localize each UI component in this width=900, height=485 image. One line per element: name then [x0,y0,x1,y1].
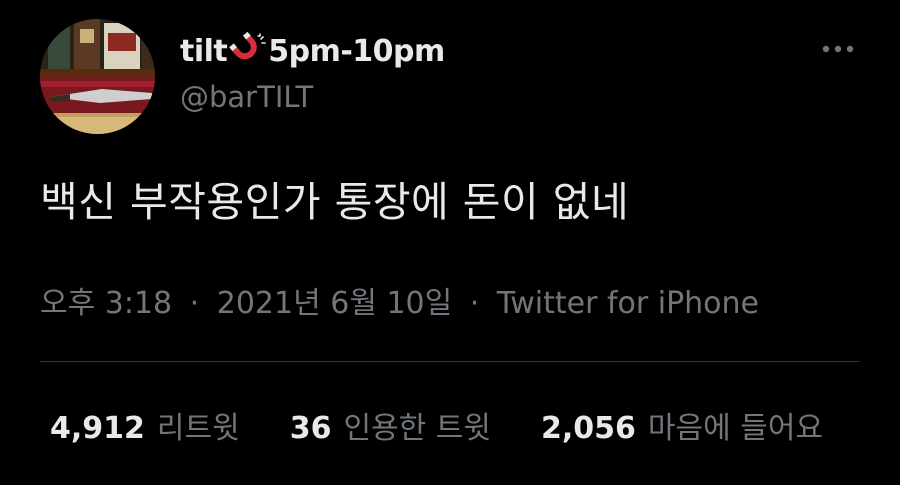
author-name-text: tilt [180,33,228,69]
meta-separator: · [189,286,200,321]
stat-count: 2,056 [541,411,636,446]
stat-quote-tweets[interactable]: 36 인용한 트윗 [290,403,491,447]
stat-count: 36 [289,411,332,446]
author-name[interactable]: tilt 5pm-10pm [180,30,445,72]
tweet-text: 백신 부작용인가 통장에 돈이 없네 [40,178,630,226]
magnet-icon [229,31,267,70]
stat-likes[interactable]: 2,056 마음에 들어요 [541,403,823,447]
stat-label: 마음에 들어요 [647,411,824,446]
tweet-meta: 오후 3:18 · 2021년 6월 10일 · Twitter for iPh… [40,278,759,322]
stat-retweets[interactable]: 4,912 리트윗 [50,403,240,447]
tweet-source[interactable]: Twitter for iPhone [497,286,759,321]
divider [40,361,860,362]
stat-count: 4,912 [50,411,145,446]
stat-label: 리트윗 [156,411,240,446]
avatar[interactable] [40,19,155,134]
tweet-stats: 4,912 리트윗 36 인용한 트윗 2,056 마음에 들어요 [50,403,873,447]
author-handle[interactable]: @barTILT [180,80,313,114]
stat-label: 인용한 트윗 [343,411,492,446]
tweet-date[interactable]: 2021년 6월 10일 [217,286,452,321]
avatar-image [40,19,155,134]
more-horizontal-icon[interactable] [818,36,858,62]
meta-separator: · [469,286,480,321]
author-name-suffix: 5pm-10pm [268,33,445,69]
tweet-time[interactable]: 오후 3:18 [40,286,172,321]
